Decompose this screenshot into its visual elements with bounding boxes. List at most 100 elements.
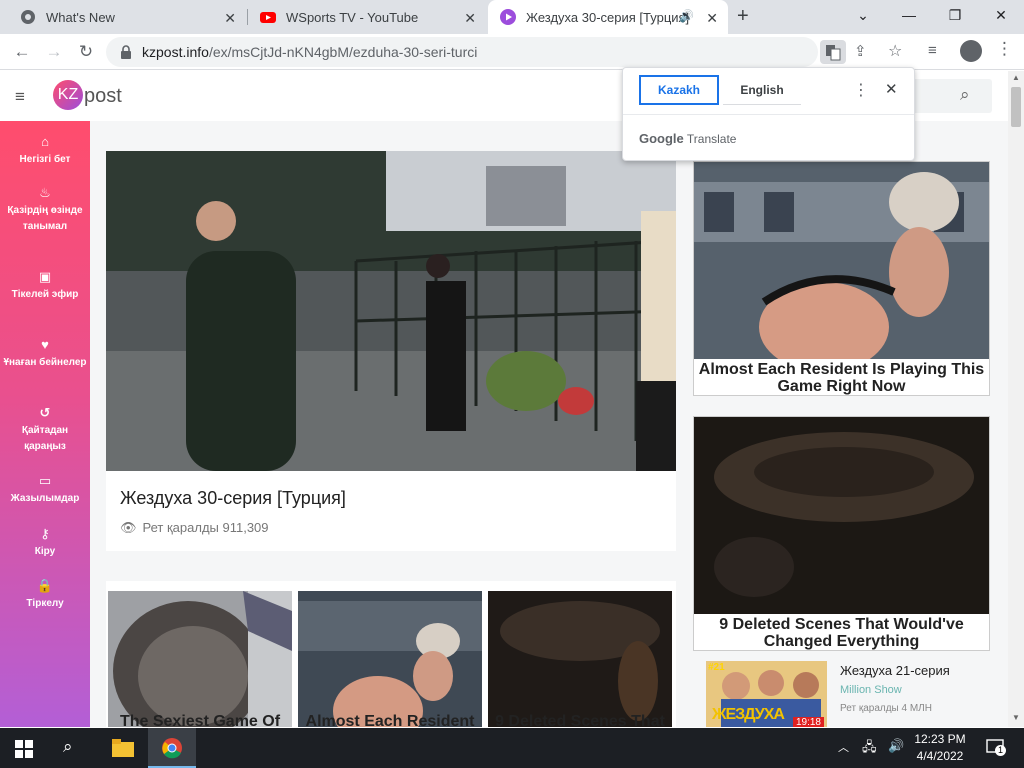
video-title: Жездуха 30-серия [Турция] xyxy=(120,488,346,508)
ad-card-1[interactable]: Almost Each Resident Is Playing This Gam… xyxy=(693,161,990,396)
sidebar-item-live[interactable]: ▣ Тікелей эфир xyxy=(0,269,90,303)
browser-toolbar: ← → ↻ kzpost.info/ex/msCjtJd-nKN4gbM/ezd… xyxy=(0,34,1024,70)
close-tab-icon[interactable]: ✕ xyxy=(224,10,236,27)
bottom-card-3-image xyxy=(488,591,672,727)
windows-start-icon[interactable] xyxy=(15,740,33,758)
lock-icon: 🔒 xyxy=(36,578,54,593)
bottom-card-3-caption: 9 Deleted Scenes That xyxy=(495,713,665,727)
restore-button[interactable]: ❐ xyxy=(932,0,978,30)
network-icon[interactable]: 🖧 xyxy=(862,738,877,760)
close-icon[interactable]: ✕ xyxy=(885,80,898,98)
key-icon: ⚷ xyxy=(40,526,50,541)
hamburger-menu-icon[interactable]: ≡ xyxy=(15,87,25,107)
video-player[interactable] xyxy=(106,151,676,471)
notification-count: 1 xyxy=(995,745,1006,756)
chrome-icon xyxy=(21,10,35,24)
scroll-up-icon[interactable]: ▲ xyxy=(1012,73,1020,82)
clock-time: 12:23 PM xyxy=(914,732,966,746)
tab-title: WSports TV - YouTube xyxy=(286,9,419,25)
sidebar-item-register[interactable]: 🔒 Тіркелу xyxy=(0,578,90,612)
translate-page-icon[interactable] xyxy=(820,40,846,64)
translate-options-icon[interactable]: ⋮ xyxy=(853,80,869,100)
taskbar-search-icon[interactable]: ⌕ xyxy=(63,737,73,757)
fire-icon: ♨ xyxy=(39,185,51,200)
search-icon[interactable]: ⌕ xyxy=(960,85,970,105)
tab-wsports[interactable]: WSports TV - YouTube ✕ xyxy=(248,0,486,34)
forward-icon[interactable]: → xyxy=(40,38,68,66)
related-video-item[interactable]: #21 ЖЕЗДУХА 19:18 Жездуха 21-серия Milli… xyxy=(693,656,990,727)
bottom-card-2-caption: Almost Each Resident xyxy=(305,713,475,727)
notification-center-icon[interactable]: 1 xyxy=(985,737,1006,757)
back-icon[interactable]: ← xyxy=(8,38,36,66)
main-video-card: Жездуха 30-серия [Турция] 👁 Рет қаралды 9… xyxy=(106,151,676,551)
media-controls-icon[interactable]: ≡ xyxy=(928,42,937,59)
heart-icon: ♥ xyxy=(41,337,49,352)
kzpost-play-icon xyxy=(500,9,516,25)
related-thumb-text: ЖЕЗДУХА xyxy=(712,706,785,723)
new-tab-button[interactable]: + xyxy=(737,5,749,28)
folder-icon: ▭ xyxy=(38,473,52,488)
volume-icon[interactable]: 🔊 xyxy=(888,738,904,754)
url-host: kzpost.info xyxy=(142,44,209,60)
close-tab-icon[interactable]: ✕ xyxy=(464,10,476,27)
home-icon: ⌂ xyxy=(41,134,49,149)
menu-kebab-icon[interactable]: ⋮ xyxy=(996,39,1013,59)
sidebar-item-home[interactable]: ⌂ Негізгі бет xyxy=(0,134,90,168)
related-channel[interactable]: Million Show xyxy=(840,684,902,696)
scroll-down-icon[interactable]: ▼ xyxy=(1012,713,1020,722)
taskbar-clock[interactable]: 12:23 PM 4/4/2022 xyxy=(905,731,975,765)
video-views: 👁 Рет қаралды 911,309 xyxy=(120,520,269,535)
url-text[interactable]: kzpost.info/ex/msCjtJd-nKN4gbM/ezduha-30… xyxy=(142,44,477,60)
related-badge: #21 xyxy=(708,662,725,673)
tab-title: What's New xyxy=(46,9,115,25)
minimize-button[interactable]: — xyxy=(886,0,932,30)
related-title[interactable]: Жездуха 21-серия xyxy=(840,663,950,678)
translate-popup: Kazakh English ⋮ ✕ Google Translate xyxy=(622,67,915,161)
bottom-card-2[interactable]: Almost Each Resident xyxy=(298,591,482,727)
site-logo-badge[interactable]: KZ xyxy=(53,80,83,110)
sidebar-item-trending[interactable]: ♨ Қазірдің өзінде танымал xyxy=(0,185,90,235)
bottom-card-1[interactable]: The Sexiest Game Of xyxy=(108,591,292,727)
web-page: ≡ KZ post ⌕ ⌂ Негізгі бет ♨ Қазірдің өзінд… xyxy=(0,71,1008,727)
close-tab-icon[interactable]: ✕ xyxy=(706,10,718,27)
tab-active-video[interactable]: Жездуха 30-серия [Турция] 🔊 ✕ xyxy=(488,0,728,34)
ad-card-1-caption: Almost Each Resident Is Playing This Gam… xyxy=(698,361,985,395)
ad-card-2-caption: 9 Deleted Scenes That Would've Changed E… xyxy=(719,616,964,650)
video-frame-image xyxy=(106,151,676,471)
lang-english-tab[interactable]: English xyxy=(723,75,801,105)
page-scrollbar[interactable]: ▲ ▼ xyxy=(1008,71,1024,727)
lang-kazakh-tab[interactable]: Kazakh xyxy=(639,75,719,105)
sidebar-item-liked[interactable]: ♥ Ұнаған бейнелер xyxy=(0,337,90,371)
related-views: Рет қаралды 4 МЛН xyxy=(840,703,932,714)
close-window-button[interactable]: ✕ xyxy=(978,0,1024,30)
tab-whats-new[interactable]: What's New ✕ xyxy=(8,0,246,34)
site-search-box[interactable]: ⌕ xyxy=(912,79,992,113)
address-bar[interactable]: kzpost.info/ex/msCjtJd-nKN4gbM/ezduha-30… xyxy=(106,37,902,67)
related-video-thumbnail[interactable]: #21 ЖЕЗДУХА 19:18 xyxy=(706,661,827,727)
windows-taskbar: ⌕ ︿ 🖧 🔊 12:23 PM 4/4/2022 1 xyxy=(0,728,1024,768)
scroll-thumb[interactable] xyxy=(1011,87,1021,127)
sidebar-item-subscriptions[interactable]: ▭ Жазылымдар xyxy=(0,473,90,507)
system-tray-chevron-icon[interactable]: ︿ xyxy=(838,739,849,755)
eye-icon: 👁 xyxy=(120,520,137,535)
bottom-card-3[interactable]: 9 Deleted Scenes That xyxy=(488,591,672,727)
tab-strip: What's New ✕ WSports TV - YouTube ✕ Жезд… xyxy=(0,0,1024,34)
lock-icon[interactable] xyxy=(120,45,132,59)
file-explorer-icon[interactable] xyxy=(112,739,134,757)
profile-avatar-icon[interactable] xyxy=(960,40,982,62)
share-icon[interactable]: ⇪ xyxy=(854,42,867,60)
history-icon: ↺ xyxy=(39,405,51,420)
site-logo-text[interactable]: post xyxy=(84,85,122,108)
audio-playing-icon[interactable]: 🔊 xyxy=(679,9,694,23)
bookmark-star-icon[interactable]: ☆ xyxy=(888,41,902,61)
reload-icon[interactable]: ↻ xyxy=(72,38,100,66)
popup-divider xyxy=(623,114,914,115)
tab-search-icon[interactable]: ⌄ xyxy=(840,0,886,30)
sidebar-item-login[interactable]: ⚷ Кіру xyxy=(0,526,90,560)
youtube-icon xyxy=(260,12,276,23)
taskbar-chrome-app[interactable] xyxy=(148,728,196,768)
ad-card-2-image xyxy=(694,417,989,614)
url-path: /ex/msCjtJd-nKN4gbM/ezduha-30-seri-turci xyxy=(208,44,478,60)
ad-card-2[interactable]: 9 Deleted Scenes That Would've Changed E… xyxy=(693,416,990,651)
sidebar-item-history[interactable]: ↺ Қайтадан қараңыз xyxy=(0,405,90,455)
